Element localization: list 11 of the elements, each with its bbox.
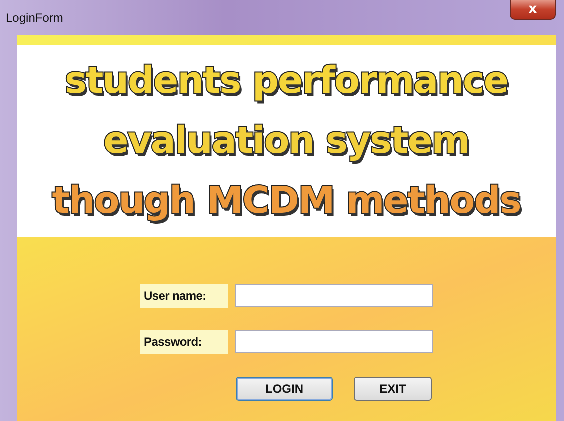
window-title: LoginForm: [6, 10, 64, 24]
input-field[interactable]: [235, 284, 433, 307]
input-field[interactable]: [235, 330, 433, 353]
banner-title-line: though MCDM methods: [52, 178, 521, 224]
login-button[interactable]: LOGIN: [236, 377, 333, 401]
banner-title-line: students performance: [64, 58, 508, 104]
exit-button[interactable]: EXIT: [354, 377, 432, 401]
banner-title-line: evaluation system: [104, 118, 470, 164]
close-button[interactable]: x: [510, 0, 556, 20]
field-label: Password:: [140, 330, 228, 354]
field-label: User name:: [140, 284, 228, 308]
